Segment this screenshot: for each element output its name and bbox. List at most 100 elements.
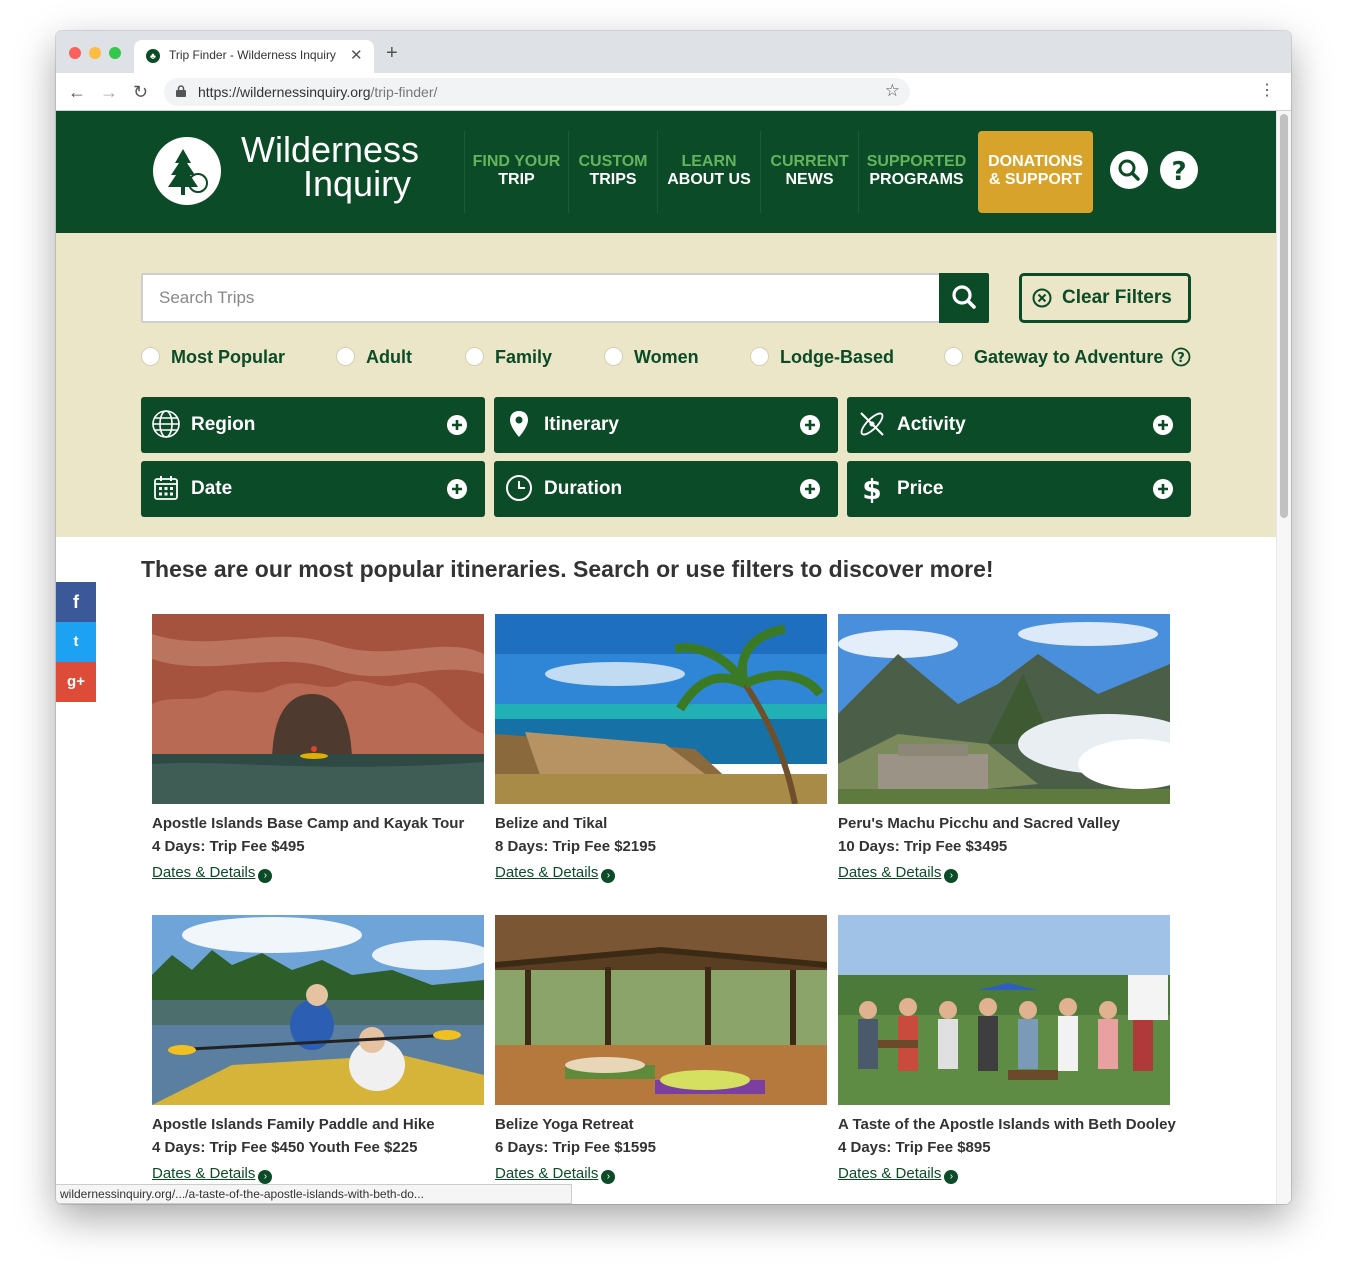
- page-scrollbar[interactable]: [1276, 111, 1291, 1204]
- browser-tab[interactable]: ♣ Trip Finder - Wilderness Inquiry ✕: [134, 40, 374, 73]
- maximize-window-button[interactable]: [109, 47, 121, 59]
- help-button[interactable]: ?: [1160, 151, 1198, 189]
- plus-circle-icon: [447, 479, 467, 499]
- dates-details-link[interactable]: Dates & Details ›: [152, 864, 273, 883]
- nav-current-news[interactable]: CURRENT NEWS: [760, 131, 858, 213]
- trip-filters: Search Trips Clear Filters Most Popular …: [56, 233, 1276, 537]
- question-circle-icon[interactable]: ?: [1171, 347, 1191, 367]
- nav-label-bottom: TRIPS: [589, 171, 637, 188]
- clear-filters-button[interactable]: Clear Filters: [1019, 273, 1191, 323]
- site-favicon-icon: ♣: [146, 49, 160, 63]
- category-gateway-to-adventure[interactable]: Gateway to Adventure ?: [944, 345, 1194, 369]
- trip-name[interactable]: Peru's Machu Picchu and Sacred Valley: [838, 815, 1120, 832]
- bookmark-star-icon[interactable]: ☆: [885, 81, 900, 101]
- google-plus-share-button[interactable]: g+: [56, 662, 96, 702]
- radio-button[interactable]: [944, 347, 963, 366]
- plus-circle-icon: [1153, 415, 1173, 435]
- filter-duration-button[interactable]: Duration: [494, 461, 838, 517]
- category-label: Family: [495, 347, 553, 367]
- filter-label: Price: [897, 478, 944, 499]
- category-adult[interactable]: Adult: [336, 345, 426, 369]
- filter-region-button[interactable]: Region: [141, 397, 485, 453]
- nav-learn-about-us[interactable]: LEARN ABOUT US: [657, 131, 760, 213]
- filter-label: Activity: [897, 414, 966, 435]
- twitter-share-button[interactable]: t: [56, 622, 96, 662]
- dates-details-link[interactable]: Dates & Details ›: [838, 864, 959, 883]
- link-label: Dates & Details: [152, 864, 256, 881]
- dates-details-link[interactable]: Dates & Details ›: [495, 864, 616, 883]
- nav-label-top: LEARN: [681, 153, 737, 170]
- category-women[interactable]: Women: [604, 345, 714, 369]
- trip-photo-family-paddle[interactable]: [152, 915, 484, 1105]
- search-icon: [952, 285, 976, 309]
- category-label: Adult: [366, 347, 412, 367]
- site-header: Wilderness Inquiry FIND YOUR TRIP CUSTOM…: [56, 111, 1276, 233]
- calendar-icon: [154, 476, 178, 500]
- address-bar[interactable]: https://wildernessinquiry.org/trip-finde…: [164, 78, 910, 106]
- trip-photo-yoga-retreat[interactable]: [495, 915, 827, 1105]
- category-most-popular[interactable]: Most Popular: [141, 345, 291, 369]
- site-logo-text[interactable]: Wilderness Inquiry: [241, 129, 420, 202]
- trip-photo-group[interactable]: [838, 915, 1170, 1105]
- reload-button[interactable]: ↻: [133, 82, 148, 102]
- scrollbar-thumb[interactable]: [1280, 114, 1288, 518]
- logo-tree-icon[interactable]: [153, 137, 221, 205]
- filter-activity-button[interactable]: Activity: [847, 397, 1191, 453]
- svg-text:$: $: [862, 473, 881, 503]
- close-window-button[interactable]: [69, 47, 81, 59]
- nav-custom-trips[interactable]: CUSTOM TRIPS: [568, 131, 657, 213]
- logo-line-1: Wilderness: [241, 129, 420, 170]
- facebook-share-button[interactable]: f: [56, 582, 96, 622]
- donate-line-2: & SUPPORT: [988, 171, 1083, 188]
- category-family[interactable]: Family: [465, 345, 565, 369]
- search-trips-input[interactable]: Search Trips: [141, 273, 941, 323]
- url-path: /trip-finder/: [370, 84, 438, 100]
- search-submit-button[interactable]: [939, 273, 989, 323]
- dates-details-link[interactable]: Dates & Details ›: [152, 1165, 273, 1184]
- plus-circle-icon: [1153, 479, 1173, 499]
- trip-name[interactable]: Apostle Islands Family Paddle and Hike: [152, 1116, 435, 1133]
- browser-menu-icon[interactable]: ⋮: [1259, 83, 1275, 99]
- dates-details-link[interactable]: Dates & Details ›: [495, 1165, 616, 1184]
- nav-label-bottom: ABOUT US: [667, 171, 751, 188]
- donations-support-button[interactable]: DONATIONS & SUPPORT: [978, 131, 1093, 213]
- radio-button[interactable]: [750, 347, 769, 366]
- url-text: https://wildernessinquiry.org/trip-finde…: [198, 84, 437, 100]
- tab-close-icon[interactable]: ✕: [350, 46, 363, 64]
- radio-button[interactable]: [336, 347, 355, 366]
- twitter-icon: t: [73, 633, 79, 650]
- chevron-right-circle-icon: ›: [601, 869, 616, 883]
- radio-button[interactable]: [465, 347, 484, 366]
- filter-price-button[interactable]: $ Price: [847, 461, 1191, 517]
- kayak-paddle-icon: [860, 412, 884, 436]
- link-status-bar: wildernessinquiry.org/.../a-taste-of-the…: [56, 1184, 572, 1204]
- trip-name[interactable]: Belize Yoga Retreat: [495, 1116, 634, 1133]
- plus-circle-icon: [800, 479, 820, 499]
- lock-icon: [176, 85, 186, 97]
- dates-details-link[interactable]: Dates & Details ›: [838, 1165, 959, 1184]
- filter-itinerary-button[interactable]: Itinerary: [494, 397, 838, 453]
- link-label: Dates & Details: [838, 1165, 942, 1182]
- trip-photo-machu-picchu[interactable]: [838, 614, 1170, 804]
- radio-button[interactable]: [604, 347, 623, 366]
- nav-find-your-trip[interactable]: FIND YOUR TRIP: [464, 131, 568, 213]
- page-viewport: Wilderness Inquiry FIND YOUR TRIP CUSTOM…: [56, 111, 1291, 1204]
- site-search-button[interactable]: [1110, 151, 1148, 189]
- map-pin-icon: [510, 411, 528, 437]
- trip-name[interactable]: A Taste of the Apostle Islands with Beth…: [838, 1116, 1176, 1133]
- nav-supported-programs[interactable]: SUPPORTED PROGRAMS: [858, 131, 974, 213]
- trip-photo-belize-dock[interactable]: [495, 614, 827, 804]
- radio-button[interactable]: [141, 347, 160, 366]
- nav-label-bottom: TRIP: [498, 171, 535, 188]
- forward-button[interactable]: →: [100, 82, 118, 102]
- new-tab-button[interactable]: +: [386, 43, 398, 63]
- back-button[interactable]: ←: [68, 82, 86, 102]
- category-lodge-based[interactable]: Lodge-Based: [750, 345, 900, 369]
- category-label: Lodge-Based: [780, 347, 895, 367]
- trip-name[interactable]: Belize and Tikal: [495, 815, 607, 832]
- trip-name[interactable]: Apostle Islands Base Camp and Kayak Tour: [152, 815, 464, 832]
- category-label: Women: [634, 347, 699, 367]
- minimize-window-button[interactable]: [89, 47, 101, 59]
- filter-date-button[interactable]: Date: [141, 461, 485, 517]
- trip-photo-sea-caves[interactable]: [152, 614, 484, 804]
